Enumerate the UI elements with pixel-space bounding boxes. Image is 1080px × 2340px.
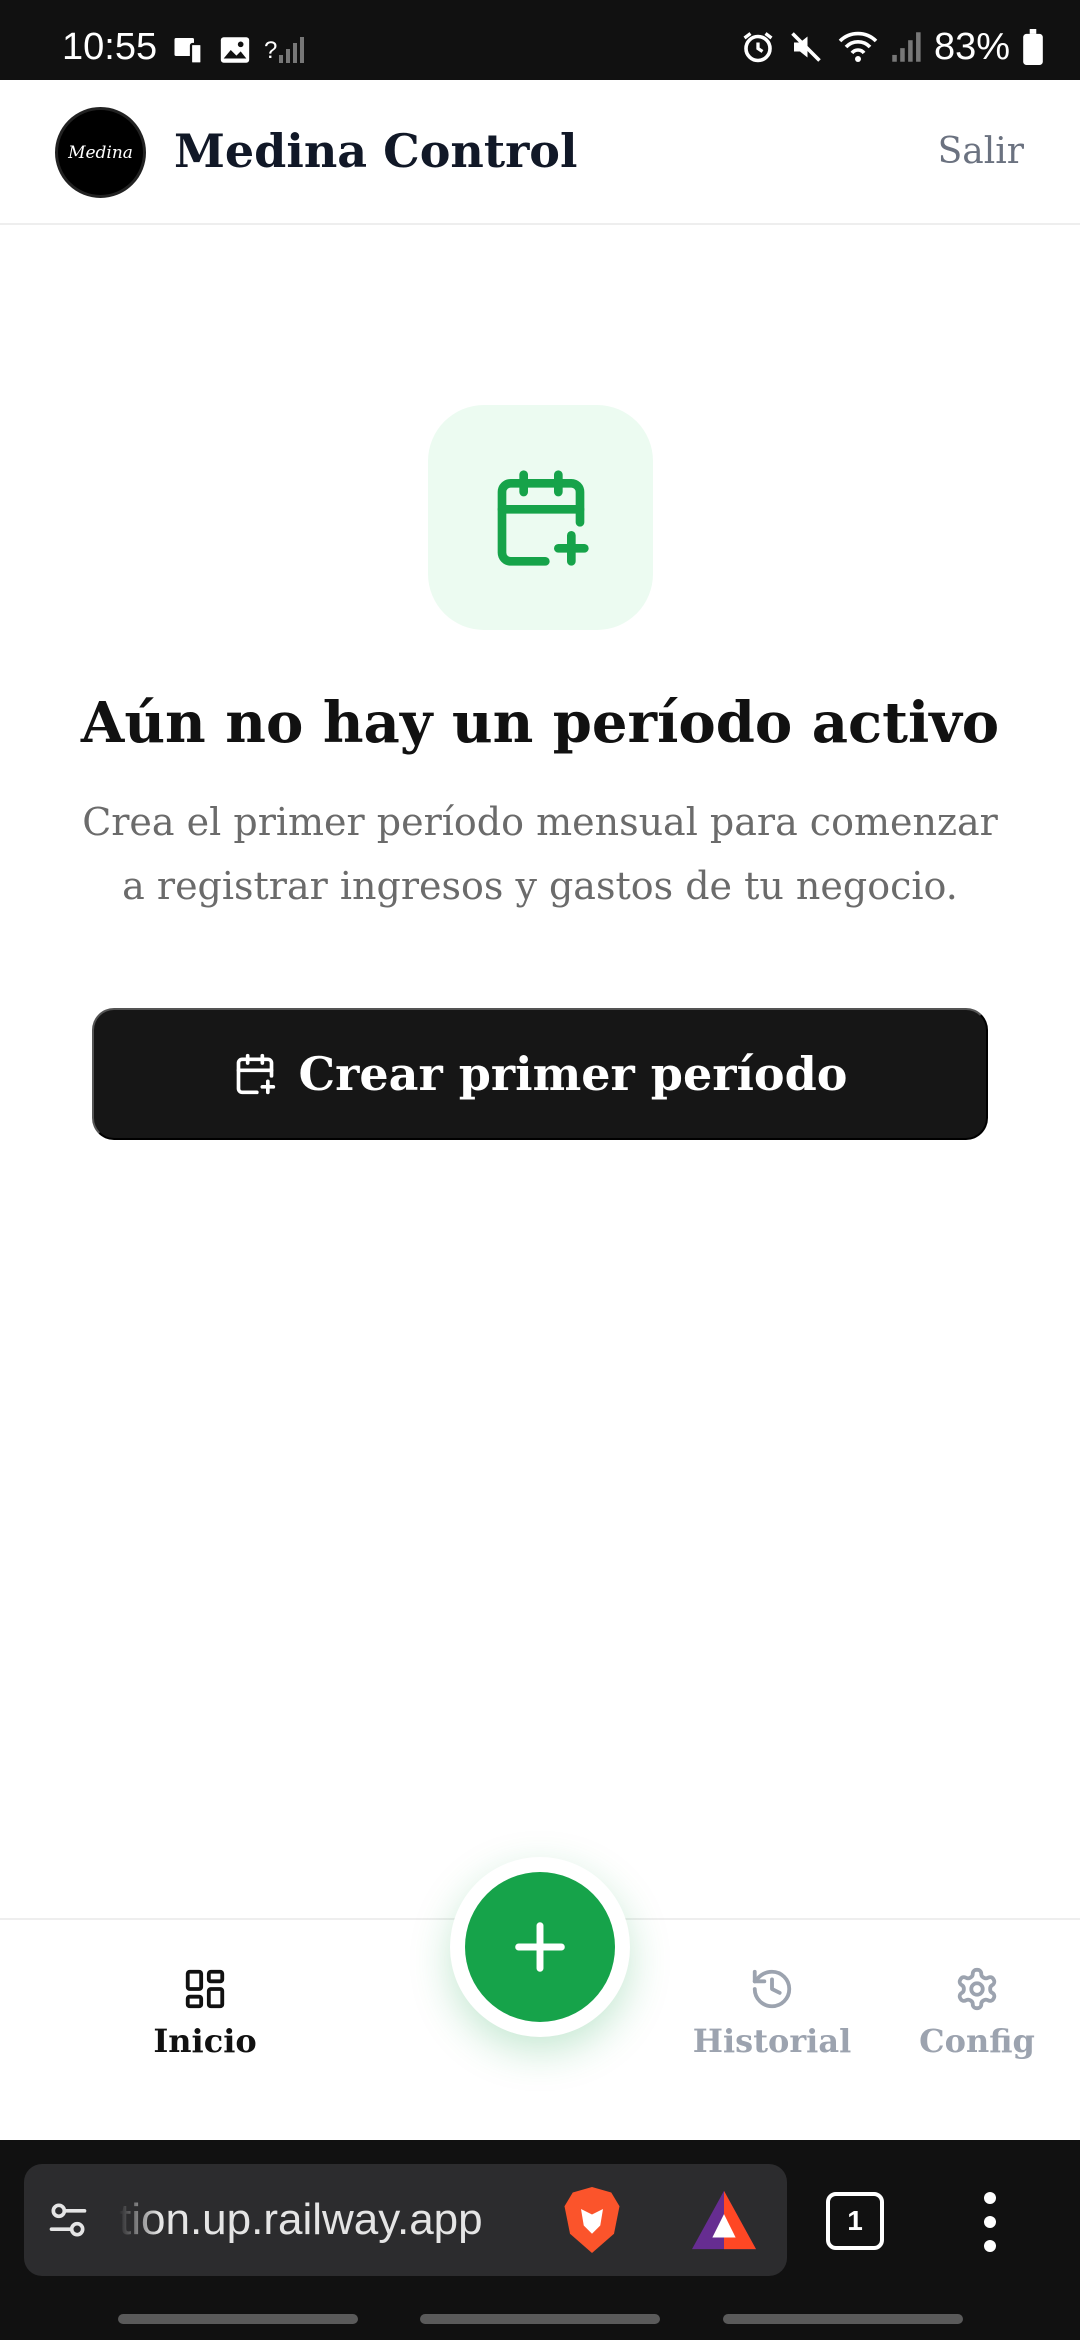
browser-menu-icon[interactable] (978, 2192, 1002, 2252)
battery-percentage: 83% (933, 26, 1010, 68)
image-notification-icon (220, 37, 250, 63)
nav-item-config[interactable]: Config (910, 1966, 1044, 2060)
gesture-bar-center (420, 2314, 660, 2324)
app-header: Medina Medina Control Salir (0, 80, 1080, 225)
url-text[interactable]: tion.up.railway.app (119, 2196, 569, 2244)
gesture-bar-left (118, 2314, 358, 2324)
signal-icon (892, 32, 921, 62)
nav-item-inicio[interactable]: Inicio (148, 1966, 262, 2060)
tab-switcher-button[interactable]: 1 (826, 2192, 884, 2250)
brave-shields-icon[interactable] (559, 2184, 625, 2256)
history-icon (752, 1969, 792, 2009)
battery-icon (1023, 29, 1043, 65)
tab-count: 1 (847, 2205, 863, 2236)
add-transaction-fab[interactable] (465, 1872, 615, 2022)
alarm-icon (743, 32, 773, 63)
site-settings-icon[interactable] (46, 2198, 90, 2242)
status-notification-icons: ? (170, 32, 305, 68)
cellular-unknown-badge: ? (264, 37, 278, 64)
status-time: 10:55 (62, 26, 158, 68)
brave-rewards-icon[interactable] (689, 2188, 759, 2252)
calendar-plus-icon (236, 1053, 275, 1095)
brand-logo: Medina (55, 107, 146, 198)
logout-link[interactable]: Salir (938, 130, 1024, 173)
empty-state-subtitle: Crea el primer período mensual para come… (82, 800, 998, 908)
create-period-button[interactable]: Crear primer período (92, 1008, 988, 1140)
nav-item-label: Inicio (153, 2022, 257, 2060)
create-period-button-label: Crear primer período (298, 1047, 848, 1101)
cellular-unknown-icon: ? (264, 35, 305, 65)
address-bar[interactable]: tion.up.railway.app (24, 2164, 787, 2276)
empty-state-title: Aún no hay un período activo (80, 690, 1000, 756)
nav-item-label: Config (919, 2022, 1035, 2060)
nav-item-historial[interactable]: Historial (690, 1966, 854, 2060)
gear-icon (957, 1967, 997, 2011)
plus-icon (515, 1922, 565, 1972)
gesture-bar-right (723, 2314, 963, 2324)
dashboard-grid-icon (185, 1969, 225, 2009)
mute-icon (791, 32, 821, 62)
brand-logo-text: Medina (68, 142, 133, 163)
status-bar: 10:55 ? 83% (0, 0, 1080, 80)
empty-state-icon-box (428, 405, 653, 630)
calendar-plus-icon (497, 469, 589, 566)
status-system-icons: 83% (740, 28, 1044, 66)
nav-item-label: Historial (692, 2022, 852, 2060)
app-title: Medina Control (174, 124, 578, 178)
browser-toolbar: tion.up.railway.app 1 (0, 2140, 1080, 2340)
device-notification-icon (174, 38, 203, 65)
wifi-icon (838, 31, 878, 62)
url-fade (119, 2184, 159, 2264)
